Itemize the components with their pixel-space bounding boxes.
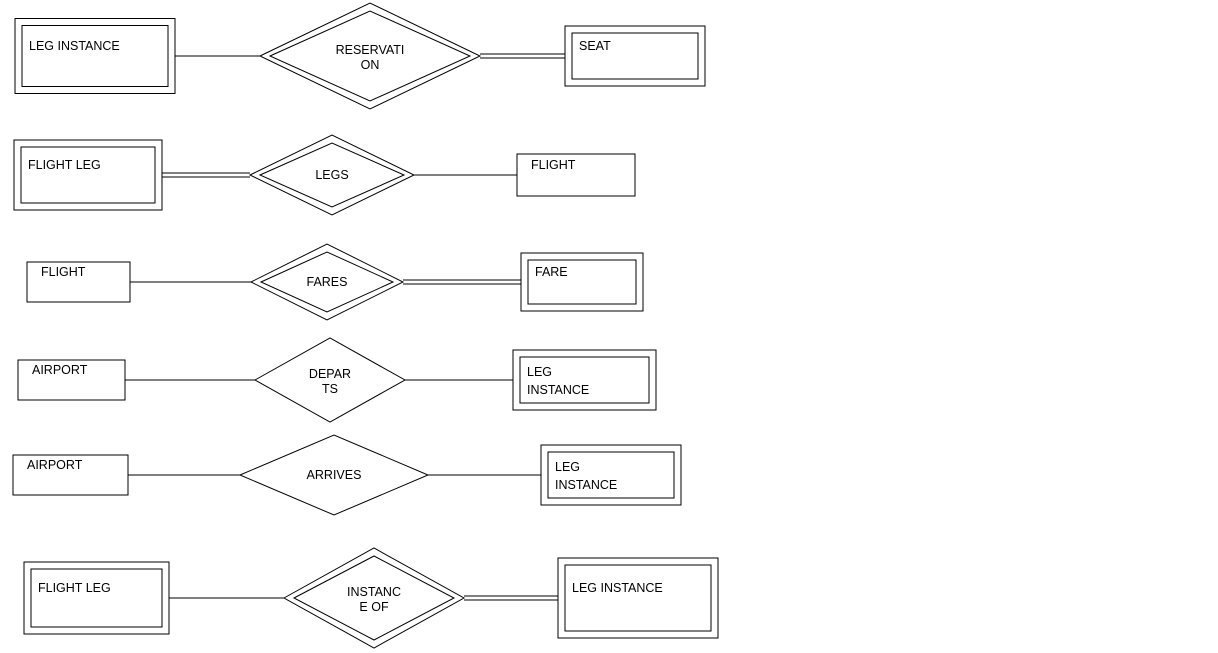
entity-left-5: [24, 562, 169, 634]
entity-label: LEG INSTANCE: [572, 581, 663, 595]
entity-left-0-inner: [22, 26, 168, 87]
entity-label: FARE: [535, 265, 568, 279]
entity-label: INSTANCE: [555, 478, 617, 492]
entity-right-5: [558, 558, 718, 638]
entity-label: LEG: [555, 460, 580, 474]
entity-label: SEAT: [579, 39, 611, 53]
entity-label: E OF: [359, 600, 389, 614]
entity-label: ARRIVES: [307, 468, 362, 482]
entity-label: FLIGHT LEG: [38, 581, 111, 595]
entity-label: LEG: [527, 365, 552, 379]
entity-label: FLIGHT: [41, 265, 86, 279]
entity-left-0: [15, 19, 175, 94]
entity-left-1-inner: [21, 147, 155, 203]
entity-label: ON: [361, 58, 380, 72]
entity-label: FLIGHT: [531, 158, 576, 172]
entity-label: TS: [322, 382, 338, 396]
entity-label: RESERVATI: [336, 43, 405, 57]
entity-left-5-inner: [31, 569, 162, 627]
entity-left-1: [14, 140, 162, 210]
entity-right-5-inner: [565, 565, 711, 631]
entity-label: DEPAR: [309, 367, 351, 381]
entity-right-4: [541, 445, 681, 505]
entity-label: FLIGHT LEG: [28, 158, 101, 172]
entity-right-3: [513, 350, 656, 410]
entity-label: LEGS: [315, 168, 348, 182]
entity-label: INSTANC: [347, 585, 401, 599]
entity-label: AIRPORT: [32, 363, 88, 377]
entity-label: AIRPORT: [27, 458, 83, 472]
entity-right-0: [565, 26, 705, 86]
entity-label: FARES: [307, 275, 348, 289]
entity-right-2: [521, 253, 643, 311]
entity-label: INSTANCE: [527, 383, 589, 397]
entity-label: LEG INSTANCE: [29, 39, 120, 53]
